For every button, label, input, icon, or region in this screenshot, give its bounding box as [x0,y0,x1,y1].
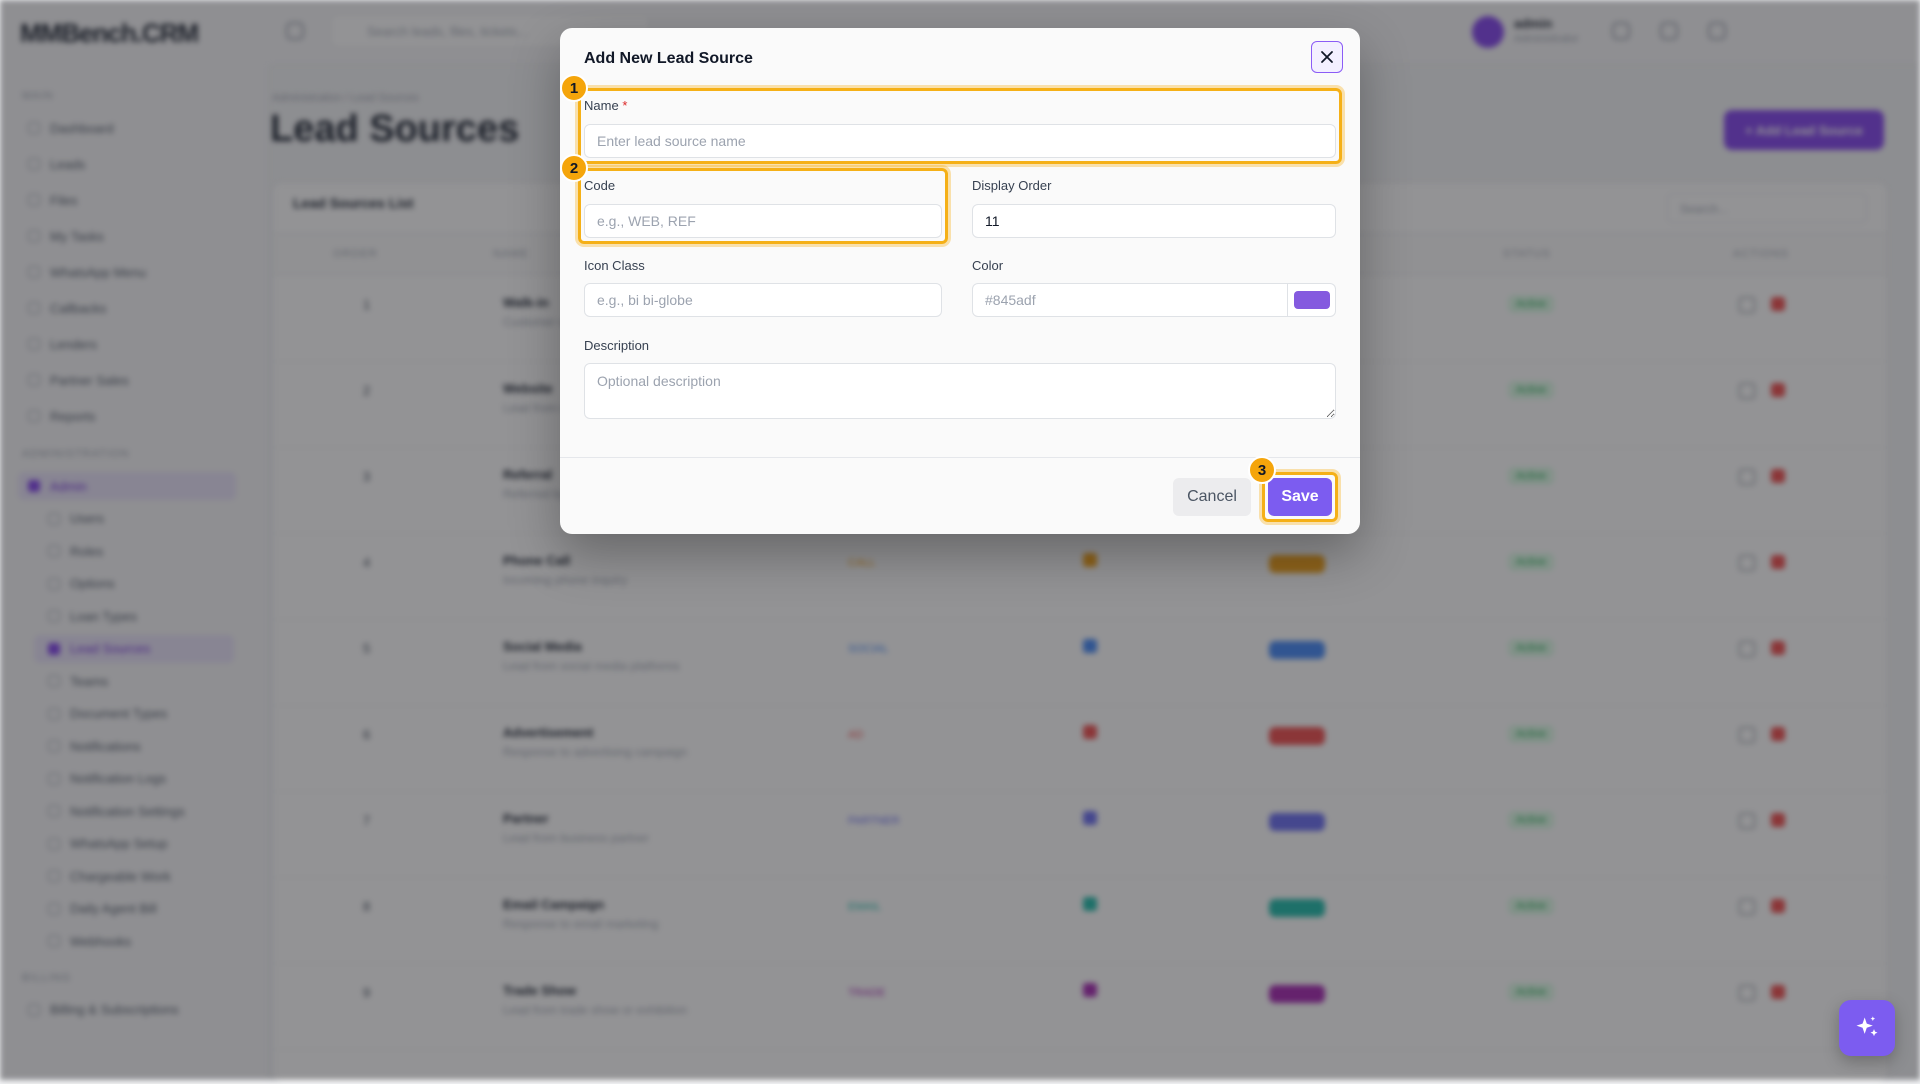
display-order-label: Display Order [972,178,1052,193]
footer-divider [560,457,1360,458]
color-picker[interactable] [1288,283,1336,317]
step-1-highlight [578,88,1342,164]
ai-assistant-button[interactable] [1839,1000,1895,1056]
add-lead-source-modal: Add New Lead Source Name * Code Display … [560,28,1360,534]
step-1-marker: 1 [560,74,588,102]
step-3-marker: 3 [1248,456,1276,484]
icon-class-label: Icon Class [584,258,645,273]
step-2-marker: 2 [560,154,588,182]
description-label: Description [584,338,650,353]
color-label: Color [972,258,1004,273]
step-2-highlight [578,168,948,244]
close-button[interactable] [1311,41,1343,73]
cancel-button[interactable]: Cancel [1173,478,1251,516]
color-swatch [1293,291,1330,309]
display-order-input[interactable] [972,204,1336,238]
color-hex-input[interactable] [972,283,1288,317]
close-icon [1321,51,1333,63]
icon-class-input[interactable] [584,283,942,317]
modal-title: Add New Lead Source [584,50,753,67]
sparkles-icon [1856,1016,1878,1037]
description-textarea[interactable] [584,363,1336,419]
step-3-highlight [1262,472,1338,522]
